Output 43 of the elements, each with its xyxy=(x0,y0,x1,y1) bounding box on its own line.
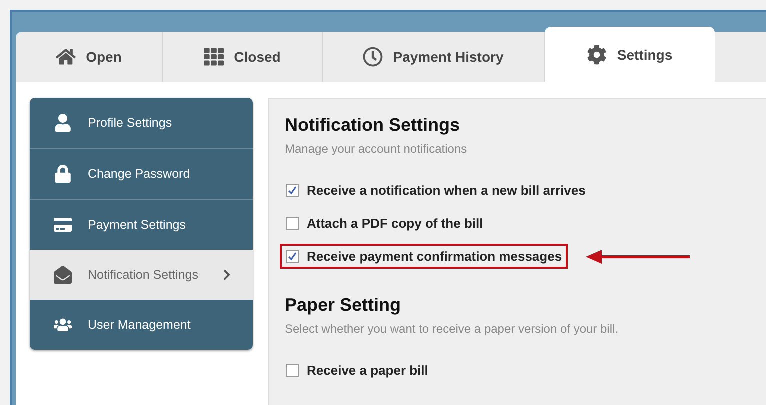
checkbox[interactable] xyxy=(286,217,299,230)
tab[interactable]: Settings xyxy=(545,27,715,82)
option-label: Receive a paper bill xyxy=(307,363,428,378)
section-subtitle: Manage your account notifications xyxy=(285,142,468,156)
option-label: Attach a PDF copy of the bill xyxy=(307,216,484,231)
checkmark-icon xyxy=(288,252,297,261)
highlighted-option[interactable]: Receive payment confirmation messages xyxy=(280,244,568,269)
sidebar-item[interactable]: Payment Settings xyxy=(30,200,253,250)
sidebar-item-label: Payment Settings xyxy=(88,218,187,232)
sidebar-item-label: Notification Settings xyxy=(88,268,200,282)
checkbox[interactable] xyxy=(286,184,299,197)
chevron-icon xyxy=(221,269,233,281)
option-label: Receive a notification when a new bill arrives xyxy=(307,183,586,198)
sidebar-item-label: User Management xyxy=(88,318,192,332)
home-icon xyxy=(56,47,76,67)
checkbox-option[interactable]: Attach a PDF copy of the bill xyxy=(280,211,490,236)
section-title: Paper Setting xyxy=(285,295,402,316)
tab-bar-background xyxy=(715,32,766,82)
option-label: Receive payment confirmation messages xyxy=(307,249,562,264)
checkbox[interactable] xyxy=(286,250,299,263)
section-title: Notification Settings xyxy=(285,115,461,136)
checkbox-option[interactable]: Receive a notification when a new bill arrives xyxy=(280,178,592,203)
sidebar-item-label: Change Password xyxy=(88,167,192,181)
users-icon xyxy=(54,316,72,334)
grid-icon xyxy=(204,47,224,67)
sidebar-item-label: Profile Settings xyxy=(88,116,174,130)
lock-icon xyxy=(54,165,72,183)
tab[interactable]: Open xyxy=(16,32,163,82)
card-icon xyxy=(54,216,72,234)
clock-icon xyxy=(363,47,384,67)
settings-icon xyxy=(587,44,608,64)
sidebar-item[interactable]: Notification Settings xyxy=(30,250,253,300)
checkbox-option[interactable]: Receive a paper bill xyxy=(280,358,434,383)
tab[interactable]: Closed xyxy=(163,32,323,82)
checkmark-icon xyxy=(288,186,297,195)
sidebar-item[interactable]: Change Password xyxy=(30,149,253,200)
section-subtitle: Select whether you want to receive a paper version of your bill. xyxy=(285,322,620,336)
sidebar-item[interactable]: Profile Settings xyxy=(30,98,253,149)
envelope-icon xyxy=(54,266,72,284)
checkbox[interactable] xyxy=(286,364,299,377)
sidebar-item[interactable]: User Management xyxy=(30,300,253,350)
tab[interactable]: Payment History xyxy=(323,32,545,82)
user-icon xyxy=(54,114,72,132)
